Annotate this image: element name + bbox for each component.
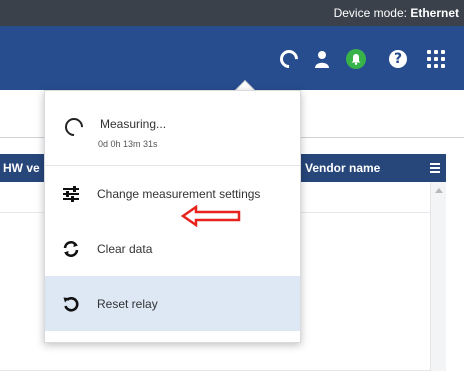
loading-spinner-icon[interactable] [276, 46, 302, 72]
refresh-icon [61, 239, 81, 259]
change-measurement-settings-item[interactable]: Change measurement settings [45, 166, 300, 221]
column-header-vendor-name[interactable]: Vendor name [305, 161, 380, 175]
clear-data-item[interactable]: Clear data [45, 221, 300, 276]
column-menu-icon[interactable] [430, 163, 440, 173]
measurement-dropdown-menu: Measuring... 0d 0h 13m 31s Change measur… [44, 90, 301, 343]
notification-bell-button[interactable] [346, 49, 366, 69]
reset-icon [61, 294, 81, 314]
apps-grid-icon[interactable] [426, 49, 446, 69]
app-header: ? [0, 26, 464, 90]
device-mode-label: Device mode: [333, 6, 407, 20]
elapsed-time: 0d 0h 13m 31s [98, 139, 158, 149]
red-arrow-annotation-icon [181, 205, 241, 227]
status-bar: Device mode: Ethernet [0, 0, 464, 26]
app-window: Device mode: Ethernet ? HW ve Vendor nam… [0, 0, 464, 371]
reset-relay-label: Reset relay [97, 297, 158, 311]
help-icon: ? [389, 50, 407, 68]
sliders-icon [61, 184, 81, 204]
measuring-spinner-icon [61, 114, 87, 140]
measuring-status-text: Measuring... [100, 117, 167, 131]
scroll-up-icon[interactable] [435, 188, 443, 193]
device-mode-value: Ethernet [410, 6, 459, 20]
bell-icon [346, 49, 366, 69]
column-header-hw-version[interactable]: HW ve [3, 161, 40, 175]
device-mode-indicator: Device mode: Ethernet [334, 6, 459, 20]
help-button[interactable]: ? [388, 49, 408, 69]
user-icon[interactable] [312, 49, 332, 69]
clear-data-label: Clear data [97, 242, 153, 256]
measurement-status: Measuring... 0d 0h 13m 31s [45, 91, 300, 165]
change-measurement-settings-label: Change measurement settings [97, 187, 261, 201]
table-scrollbar[interactable] [430, 182, 446, 371]
reset-relay-item[interactable]: Reset relay [45, 276, 300, 331]
